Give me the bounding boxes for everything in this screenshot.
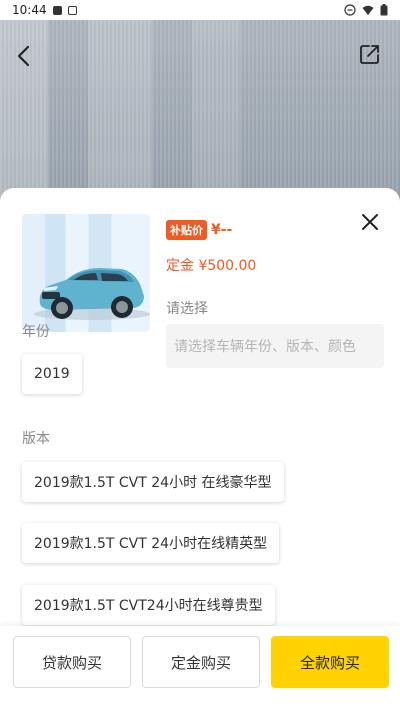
deposit-amount: 定金 ¥500.00 xyxy=(166,258,257,274)
car-image xyxy=(22,214,150,332)
action-bar: 贷款购买 定金购买 全款购买 xyxy=(0,626,400,720)
back-arrow-icon[interactable] xyxy=(12,42,36,70)
subsidy-badge: 补贴价 xyxy=(166,220,207,240)
version-label: 版本 xyxy=(22,431,50,447)
selection-field[interactable]: 请选择车辆年份、版本、颜色 xyxy=(166,324,384,368)
status-bar: 10:44 xyxy=(0,0,400,20)
status-right xyxy=(344,4,388,16)
hero-image xyxy=(0,20,400,210)
notification-icon xyxy=(52,5,62,15)
deposit-purchase-button[interactable]: 定金购买 xyxy=(142,636,260,688)
loan-purchase-button[interactable]: 贷款购买 xyxy=(13,636,131,688)
full-purchase-button[interactable]: 全款购买 xyxy=(271,636,389,688)
year-option-2019[interactable]: 2019 xyxy=(22,354,82,394)
version-option-elite[interactable]: 2019款1.5T CVT 24小时在线精英型 xyxy=(22,523,280,563)
status-left: 10:44 xyxy=(12,3,77,17)
price-value: ¥-- xyxy=(211,222,233,238)
selection-label: 请选择 xyxy=(166,301,208,317)
status-time: 10:44 xyxy=(12,3,47,17)
price-row: 补贴价 ¥-- xyxy=(166,220,232,240)
notification-icon-2 xyxy=(67,5,77,15)
version-option-premium[interactable]: 2019款1.5T CVT24小时在线尊贵型 xyxy=(22,585,275,625)
share-icon[interactable] xyxy=(358,42,382,66)
version-option-luxury[interactable]: 2019款1.5T CVT 24小时 在线豪华型 xyxy=(22,462,284,502)
wifi-icon xyxy=(362,5,374,15)
close-icon[interactable] xyxy=(360,212,380,232)
battery-icon xyxy=(380,4,388,16)
dnd-icon xyxy=(344,4,356,16)
year-label: 年份 xyxy=(22,324,50,340)
